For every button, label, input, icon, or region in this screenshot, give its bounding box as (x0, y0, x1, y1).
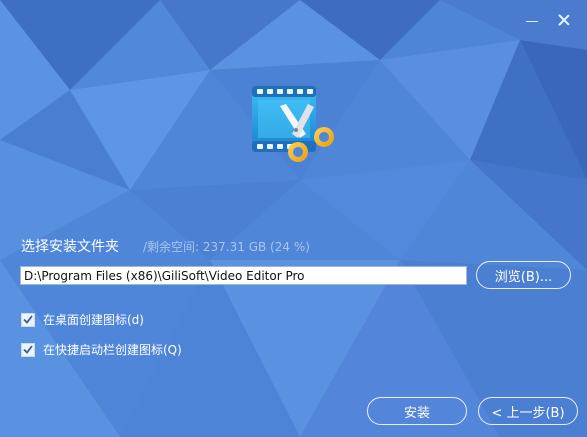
desktop-icon-checkbox[interactable] (21, 312, 35, 327)
checkmark-icon (23, 345, 33, 354)
minimize-button[interactable] (522, 10, 542, 30)
install-path-input[interactable] (20, 266, 467, 285)
close-icon (558, 14, 570, 26)
quicklaunch-icon-option[interactable]: 在快捷启动栏创建图标(Q) (21, 341, 182, 358)
installer-window: 选择安装文件夹 /剩余空间: 237.31 GB (24 %) 浏览(B)...… (0, 0, 587, 437)
checkmark-icon (23, 315, 33, 324)
desktop-icon-label: 在桌面创建图标(d) (43, 313, 144, 327)
background-pattern (0, 0, 587, 437)
free-space-text: /剩余空间: 237.31 GB (24 %) (143, 240, 310, 254)
quicklaunch-icon-label: 在快捷启动栏创建图标(Q) (43, 343, 182, 357)
desktop-icon-option[interactable]: 在桌面创建图标(d) (21, 311, 144, 328)
video-editor-scissors-icon (252, 86, 334, 162)
install-folder-label: 选择安装文件夹 (21, 239, 119, 255)
back-button[interactable]: < 上一步(B) (478, 397, 578, 425)
minimize-icon (526, 20, 538, 22)
install-button[interactable]: 安装 (367, 397, 467, 425)
quicklaunch-icon-checkbox[interactable] (21, 342, 35, 357)
browse-button[interactable]: 浏览(B)... (476, 261, 571, 289)
close-button[interactable] (554, 10, 574, 30)
